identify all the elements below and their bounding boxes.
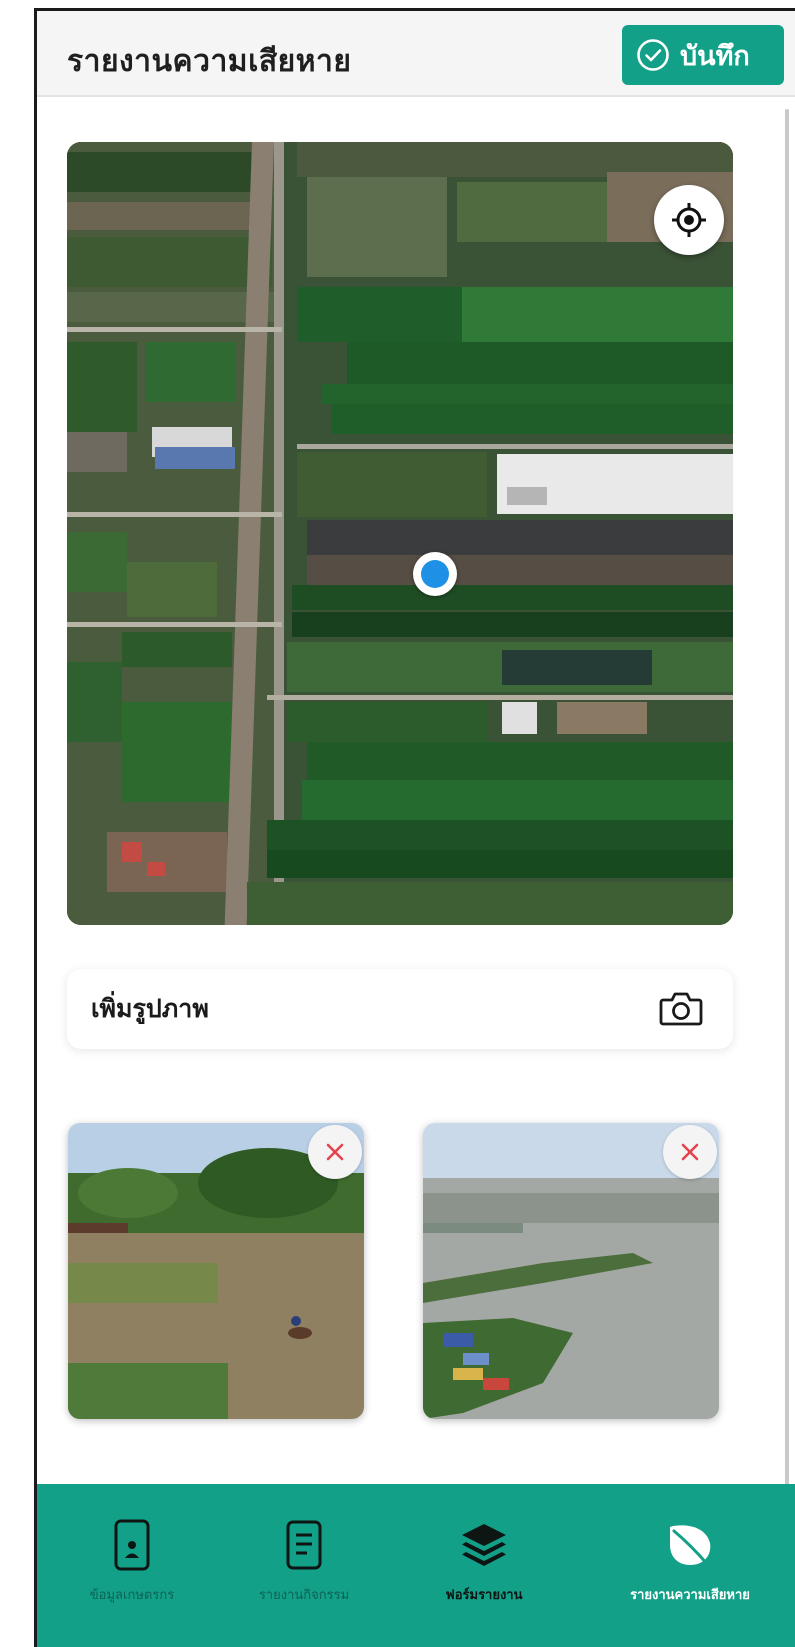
leaf-icon (670, 1525, 711, 1567)
close-icon (681, 1143, 699, 1161)
phone-user-icon (114, 1519, 150, 1571)
current-location-marker (413, 552, 457, 596)
nav-label: รายงานกิจกรรม (258, 1588, 350, 1603)
add-photo-label: เพิ่มรูปภาพ (91, 994, 209, 1023)
app-header: รายงานความเสียหาย บันทึก (37, 11, 795, 97)
remove-photo-button[interactable] (308, 1125, 362, 1179)
locate-button[interactable] (654, 185, 724, 255)
page-title: รายงานความเสียหาย (67, 44, 352, 79)
save-button[interactable]: บันทึก (622, 25, 784, 85)
nav-label: ฟอร์มรายงาน (445, 1588, 523, 1603)
add-photo-button[interactable]: เพิ่มรูปภาพ (67, 969, 733, 1049)
app-screen: รายงานความเสียหาย บันทึก เพิ่มรูปภาพ ข้อ… (34, 8, 795, 1647)
remove-photo-button[interactable] (663, 1125, 717, 1179)
layers-icon (462, 1524, 506, 1566)
document-icon (286, 1520, 322, 1570)
crosshair-icon (672, 203, 706, 237)
camera-icon (659, 992, 703, 1026)
damage-photo-thumbnail[interactable] (68, 1123, 364, 1419)
location-dot (421, 560, 449, 588)
satellite-map[interactable] (67, 142, 733, 925)
nav-label: ข้อมูลเกษตรกร (89, 1588, 175, 1603)
nav-label: รายงานความเสียหาย (630, 1588, 750, 1603)
damage-photo-thumbnail[interactable] (423, 1123, 719, 1419)
nav-item-farmer-info[interactable]: ข้อมูลเกษตรกร (37, 1484, 227, 1647)
scrollbar[interactable] (785, 109, 789, 1549)
nav-item-activity-report[interactable]: รายงานกิจกรรม (209, 1484, 399, 1647)
nav-item-report-form[interactable]: ฟอร์มรายงาน (389, 1484, 579, 1647)
save-button-label: บันทึก (680, 40, 750, 72)
satellite-imagery (67, 142, 733, 925)
bottom-navigation: ข้อมูลเกษตรกร รายงานกิจกรรม ฟอร์มรายงาน … (37, 1484, 795, 1647)
check-circle-icon (637, 39, 669, 71)
nav-item-damage-report[interactable]: รายงานความเสียหาย (585, 1484, 795, 1647)
close-icon (326, 1143, 344, 1161)
